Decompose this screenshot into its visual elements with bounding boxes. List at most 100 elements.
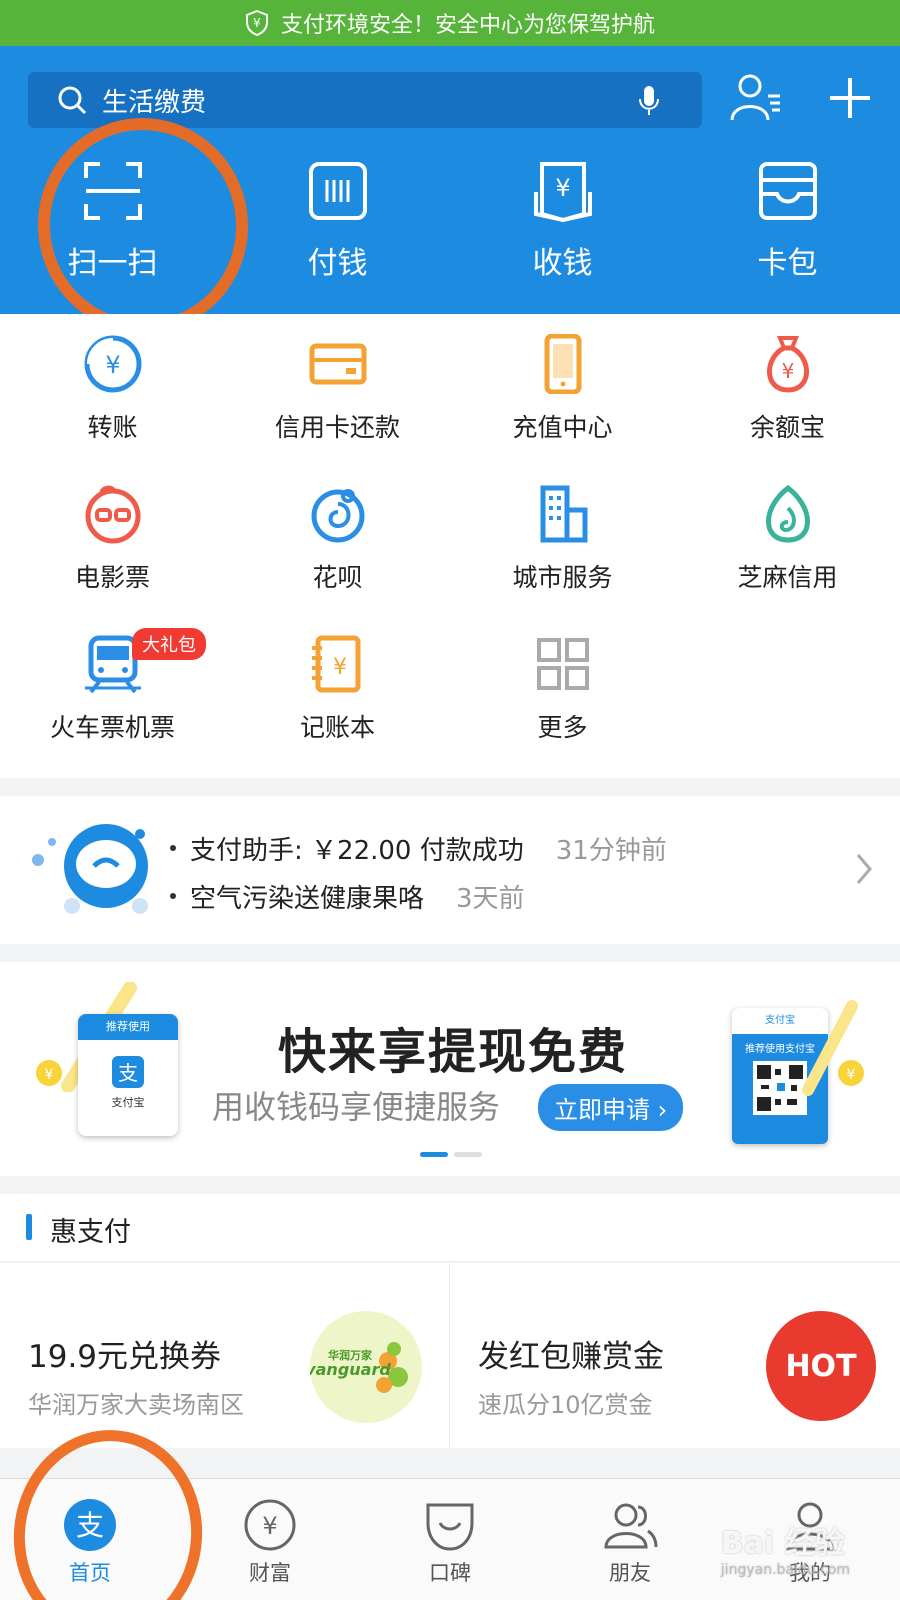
grid-item-sesame-credit[interactable]: 芝麻信用: [675, 484, 900, 634]
svg-text:¥: ¥: [105, 351, 120, 379]
grid-item-huabei[interactable]: 花呗: [225, 484, 450, 634]
svg-text:¥: ¥: [555, 174, 570, 202]
sesame-icon: [765, 484, 810, 543]
phone-topup-icon: [544, 334, 581, 394]
watermark-text: Bai 经验: [720, 1526, 845, 1561]
watermark-sub: jingyan.baidu.com: [720, 1562, 850, 1578]
receive-label: 收钱: [532, 246, 593, 281]
promo-card[interactable]: 发红包赚赏金 速瓜分10亿赏金 HOT: [450, 1263, 900, 1448]
grid-item-train-flight[interactable]: 火车票机票 大礼包: [0, 628, 225, 784]
promo-subtitle: 速瓜分10亿赏金: [478, 1391, 653, 1419]
city-icon: [540, 485, 587, 543]
svg-text:支: 支: [118, 1061, 138, 1085]
notice-text: 空气污染送健康果咯: [190, 883, 425, 914]
section-accent: [26, 1214, 32, 1240]
qr-code-icon: [753, 1061, 807, 1115]
svg-text:¥: ¥: [847, 1067, 856, 1083]
transfer-icon: ¥: [84, 335, 141, 393]
section-header: 惠支付: [0, 1194, 900, 1262]
card-wallet-label: 卡包: [757, 246, 818, 281]
vanguard-logo: 华润万家 vanguard: [305, 1311, 422, 1423]
grid-item-yuebao[interactable]: ¥ 余额宝: [675, 334, 900, 484]
ledger-icon: ¥: [311, 635, 360, 693]
grid-label: 转账: [87, 413, 138, 442]
add-icon[interactable]: [826, 70, 874, 126]
security-banner[interactable]: ¥ 支付环境安全！安全中心为您保驾护航: [0, 0, 900, 46]
bullet: [170, 893, 176, 899]
friends-icon: [604, 1503, 658, 1549]
money-bag-icon: ¥: [766, 336, 809, 393]
section-title: 惠支付: [50, 1217, 131, 1248]
grid-label: 记账本: [299, 713, 375, 742]
card-cap: 推荐使用: [78, 1014, 178, 1040]
pay-code-icon: [308, 162, 367, 220]
svg-text:vanguard: vanguard: [310, 1360, 391, 1379]
hot-label: HOT: [785, 1348, 857, 1384]
apply-now-label: 立即申请: [554, 1096, 650, 1124]
coin-icon: ¥: [838, 1060, 864, 1086]
notice-lines: 支付助手: ￥22.00 付款成功 31分钟前 空气污染送健康果咯 3天前: [170, 824, 667, 920]
banner-subtitle: 用收钱码享便捷服务: [212, 1088, 501, 1126]
grid-item-topup[interactable]: 充值中心: [450, 334, 675, 484]
grid-label: 余额宝: [749, 413, 825, 442]
microphone-icon[interactable]: [638, 84, 660, 116]
notice-time: 31分钟前: [555, 835, 667, 866]
pay-label: 付钱: [307, 246, 368, 281]
grid-label: 城市服务: [512, 563, 613, 592]
huabei-icon: [311, 489, 364, 543]
promo-row: 19.9元兑换券 华润万家大卖场南区 华润万家 vanguard 发红包赚赏金 速…: [0, 1263, 900, 1448]
receive-money-icon: ¥: [533, 162, 592, 222]
notice-text: 支付助手: ￥22.00 付款成功: [190, 835, 524, 866]
tab-koubei[interactable]: 口碑: [360, 1479, 540, 1600]
promo-card[interactable]: 19.9元兑换券 华润万家大卖场南区 华润万家 vanguard: [0, 1263, 450, 1448]
pay-button[interactable]: 付钱: [225, 160, 450, 300]
credit-card-icon: [309, 343, 366, 385]
search-icon: [58, 86, 87, 115]
contacts-icon[interactable]: [728, 70, 784, 126]
svg-text:¥: ¥: [781, 359, 794, 383]
grid-label: 电影票: [74, 563, 150, 592]
grid-label: 充值中心: [512, 413, 613, 442]
grid-item-ledger[interactable]: ¥ 记账本: [225, 634, 450, 784]
card-label: 支付宝: [111, 1096, 145, 1109]
assistant-robot-icon: [32, 824, 148, 914]
search-placeholder: 生活缴费: [102, 87, 207, 118]
promo-title: 发红包赚赏金: [478, 1339, 664, 1375]
grid-label: 花呗: [312, 563, 363, 592]
notification-card[interactable]: 支付助手: ￥22.00 付款成功 31分钟前 空气污染送健康果咯 3天前: [0, 796, 900, 944]
promo-banner[interactable]: ¥ 推荐使用 支 支付宝 快来享提现免费 用收钱码享便捷服务 立即申请 › 支付…: [0, 962, 900, 1176]
svg-text:¥: ¥: [45, 1067, 54, 1083]
svg-text:¥: ¥: [262, 1512, 277, 1540]
grid-item-credit-card[interactable]: 信用卡还款: [225, 334, 450, 484]
tab-friends[interactable]: 朋友: [540, 1479, 720, 1600]
koubei-icon: [426, 1503, 474, 1551]
service-grid: ¥ 转账 信用卡还款 充值中心 ¥ 余额宝 电影票 花呗 城市服务 芝麻信用 火…: [0, 314, 900, 778]
notice-time: 3天前: [456, 883, 525, 914]
grid-item-more[interactable]: 更多: [450, 634, 675, 784]
wealth-icon: ¥: [244, 1499, 296, 1551]
tab-wealth[interactable]: ¥ 财富: [180, 1479, 360, 1600]
carousel-dot: [420, 1152, 448, 1157]
notice-line[interactable]: 空气污染送健康果咯 3天前: [170, 872, 667, 920]
grid-item-transfer[interactable]: ¥ 转账: [0, 334, 225, 484]
notice-line[interactable]: 支付助手: ￥22.00 付款成功 31分钟前: [170, 824, 667, 872]
banner-title: 快来享提现免费: [278, 1024, 629, 1080]
promo-title: 19.9元兑换券: [28, 1339, 222, 1375]
grid-item-movie[interactable]: 电影票: [0, 484, 225, 634]
gift-badge: 大礼包: [132, 628, 206, 660]
shield-icon: ¥: [245, 10, 268, 36]
header-actions: [728, 70, 874, 126]
more-grid-icon: [536, 638, 589, 690]
qr-stand-card: 推荐使用 支 支付宝: [78, 1014, 178, 1136]
chevron-right-icon[interactable]: [854, 851, 874, 887]
tab-label: 财富: [249, 1561, 291, 1585]
apply-now-button[interactable]: 立即申请 ›: [538, 1084, 684, 1131]
card-wallet-icon: [758, 162, 817, 220]
bullet: [170, 845, 176, 851]
carousel-dots[interactable]: [420, 1152, 482, 1157]
grid-label: 芝麻信用: [737, 563, 838, 592]
receive-button[interactable]: ¥ 收钱: [450, 160, 675, 300]
carousel-dot: [454, 1152, 482, 1157]
grid-item-city-service[interactable]: 城市服务: [450, 484, 675, 634]
card-wallet-button[interactable]: 卡包: [675, 160, 900, 300]
